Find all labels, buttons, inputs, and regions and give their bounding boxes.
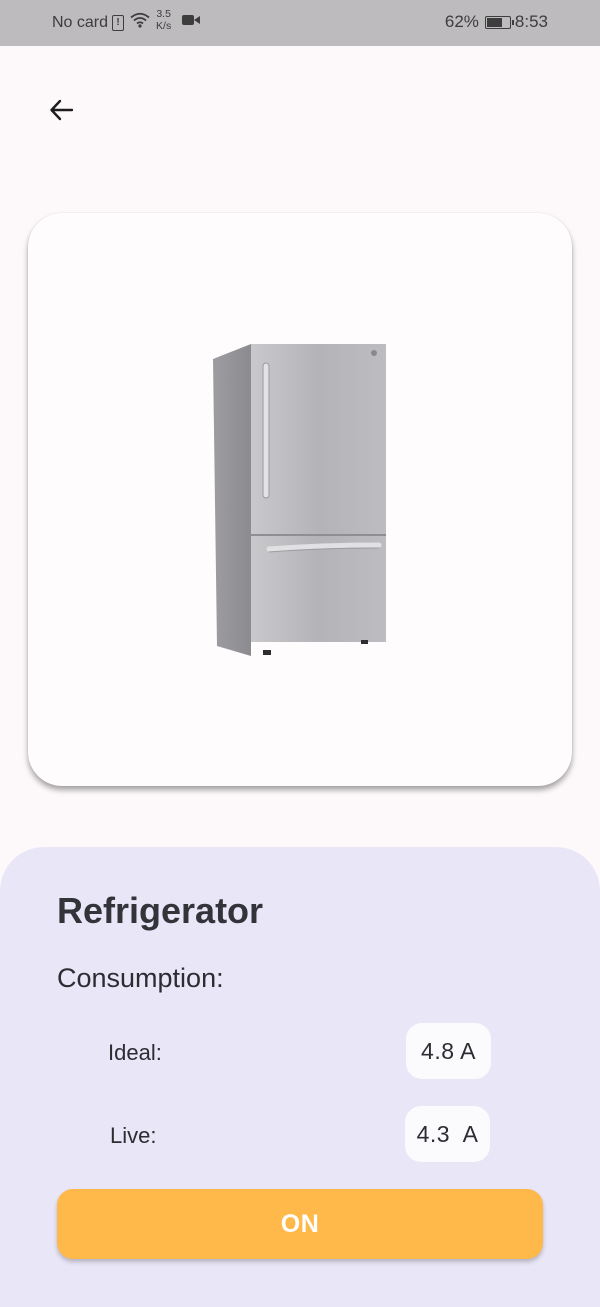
ideal-label: Ideal: <box>108 1040 162 1065</box>
wifi-icon <box>130 12 150 33</box>
device-image-card <box>28 213 572 786</box>
battery-nub <box>511 19 514 25</box>
network-speed: 3.5 K/s <box>156 8 171 32</box>
speed-unit: K/s <box>156 19 172 32</box>
speed-value: 3.5 <box>156 7 171 20</box>
refrigerator-photo <box>213 344 386 656</box>
clock: 8:53 <box>514 12 548 31</box>
battery-charging-icon <box>484 15 514 29</box>
arrow-left-icon <box>50 99 74 121</box>
back-button[interactable] <box>40 88 84 132</box>
live-value: 4.3 A <box>405 1106 490 1162</box>
consumption-label: Consumption: <box>57 963 224 993</box>
ideal-value: 4.8 A <box>406 1023 491 1079</box>
device-name: Refrigerator <box>57 890 264 931</box>
video-camera-icon <box>181 13 201 32</box>
sim-alert-icon: ! <box>112 14 125 31</box>
status-bar-left: No card ! 3.5 K/s <box>52 8 201 33</box>
battery-fill <box>486 17 502 27</box>
power-toggle-button[interactable]: ON <box>57 1189 543 1259</box>
battery-percent: 62% <box>444 12 479 31</box>
carrier-label: No card <box>52 13 109 31</box>
status-bar: No card ! 3.5 K/s 62% 8:53 <box>0 0 600 46</box>
device-detail-panel: Refrigerator Consumption: Ideal: 4.8 A L… <box>0 847 600 1307</box>
live-label: Live: <box>110 1123 157 1148</box>
status-bar-right: 62% 8:53 <box>445 12 548 32</box>
